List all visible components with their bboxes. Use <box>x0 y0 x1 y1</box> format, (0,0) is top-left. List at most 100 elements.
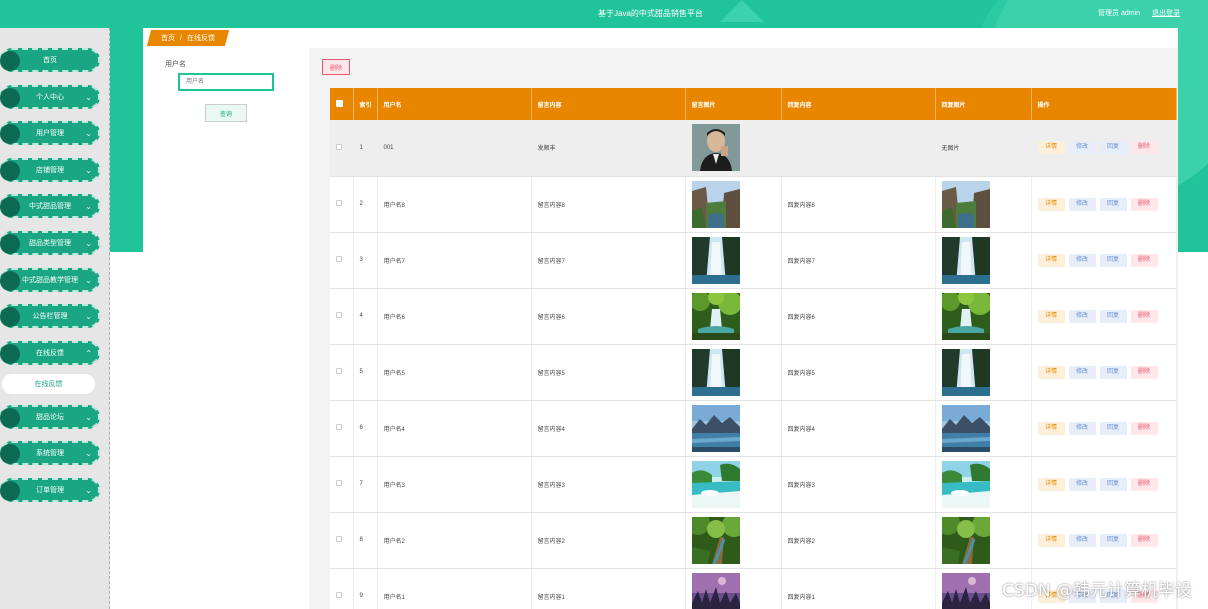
main-panel: 首页 / 在线反馈 用户名 查询 删除 索引 用户名 留言内容 留言图片 回复内… <box>143 28 1178 609</box>
delete-button[interactable]: 删除 <box>1130 253 1158 267</box>
table-row: 2 用户名8 留言内容8 回复内容8 详情 修改 回复 删除 <box>330 176 1177 233</box>
detail-button[interactable]: 详情 <box>1037 253 1065 267</box>
select-all-checkbox[interactable] <box>336 99 343 107</box>
sidebar-subitem-feedback[interactable]: 在线反馈 <box>2 374 95 394</box>
delete-button[interactable]: 删除 <box>1130 421 1158 435</box>
sidebar-item[interactable]: 订单管理 ⌄ <box>0 478 100 502</box>
row-checkbox[interactable] <box>336 143 342 150</box>
batch-delete-button[interactable]: 删除 <box>322 59 350 75</box>
content-cell: 发顺丰 <box>531 120 686 177</box>
row-checkbox[interactable] <box>336 592 342 598</box>
sidebar-item-label: 订单管理 <box>36 487 64 494</box>
bullet-icon <box>0 344 20 364</box>
delete-button[interactable]: 删除 <box>1130 477 1158 491</box>
edit-button[interactable]: 修改 <box>1068 533 1096 547</box>
image-cell <box>685 232 782 289</box>
sidebar-item-label: 中式甜品管理 <box>29 203 71 210</box>
reply-button[interactable]: 回复 <box>1099 197 1127 211</box>
message-image <box>691 180 781 228</box>
sidebar-item[interactable]: 在线反馈 ⌃ <box>0 341 100 365</box>
reply-image <box>941 292 1031 340</box>
bullet-icon <box>0 307 20 327</box>
user-info: 管理员 admin <box>1098 10 1141 17</box>
sidebar-item[interactable]: 首页 <box>0 48 100 72</box>
reply-button[interactable]: 回复 <box>1099 141 1127 155</box>
row-select-cell <box>330 176 354 233</box>
delete-button[interactable]: 删除 <box>1130 365 1158 379</box>
sidebar-item[interactable]: 公告栏管理 ⌄ <box>0 304 100 328</box>
detail-button[interactable]: 详情 <box>1037 533 1065 547</box>
reply-button[interactable]: 回复 <box>1099 365 1127 379</box>
sidebar-item[interactable]: 个人中心 ⌄ <box>0 85 100 109</box>
image-cell <box>685 176 782 233</box>
delete-button[interactable]: 删除 <box>1130 197 1158 211</box>
row-select-cell <box>330 456 354 513</box>
detail-button[interactable]: 详情 <box>1037 421 1065 435</box>
row-checkbox[interactable] <box>336 312 342 318</box>
reply-image-cell: 无图片 <box>935 120 1032 177</box>
row-checkbox[interactable] <box>336 256 342 262</box>
delete-button[interactable]: 删除 <box>1130 533 1158 547</box>
bullet-icon <box>0 161 20 181</box>
sidebar-item[interactable]: 中式甜品管理 ⌄ <box>0 194 100 218</box>
reply-image-cell <box>935 232 1032 289</box>
row-checkbox[interactable] <box>336 424 342 430</box>
message-image <box>691 572 781 609</box>
sidebar-item[interactable]: 甜品类型管理 ⌄ <box>0 231 100 255</box>
sidebar-item-label: 甜品类型管理 <box>29 240 71 247</box>
row-checkbox[interactable] <box>336 368 342 374</box>
edit-button[interactable]: 修改 <box>1068 141 1096 155</box>
sidebar-item-label: 在线反馈 <box>36 350 64 357</box>
detail-button[interactable]: 详情 <box>1037 365 1065 379</box>
reply-button[interactable]: 回复 <box>1099 533 1127 547</box>
edit-button[interactable]: 修改 <box>1068 421 1096 435</box>
delete-button[interactable]: 删除 <box>1130 141 1158 155</box>
username-search-input[interactable] <box>178 73 274 91</box>
sidebar-item-label: 首页 <box>43 57 57 64</box>
row-checkbox[interactable] <box>336 480 342 486</box>
detail-button[interactable]: 详情 <box>1037 477 1065 491</box>
detail-button[interactable]: 详情 <box>1037 309 1065 323</box>
sidebar-item[interactable]: 店铺管理 ⌄ <box>0 158 100 182</box>
username-cell: 用户名8 <box>377 176 532 233</box>
actions-cell: 详情 修改 回复 删除 <box>1031 176 1177 233</box>
message-image <box>691 404 781 452</box>
edit-button[interactable]: 修改 <box>1068 253 1096 267</box>
detail-button[interactable]: 详情 <box>1037 197 1065 211</box>
delete-button[interactable]: 删除 <box>1130 309 1158 323</box>
edit-button[interactable]: 修改 <box>1068 309 1096 323</box>
chevron-down-icon: ⌄ <box>85 449 92 458</box>
sidebar-item-label: 店铺管理 <box>36 167 64 174</box>
sidebar-item[interactable]: 系统管理 ⌄ <box>0 441 100 465</box>
reply-button[interactable]: 回复 <box>1099 309 1127 323</box>
user-area: 管理员 admin 退出登录 <box>1098 8 1180 18</box>
select-all-header[interactable] <box>330 88 354 120</box>
edit-button[interactable]: 修改 <box>1068 477 1096 491</box>
search-button[interactable]: 查询 <box>205 104 247 122</box>
reply-cell: 回复内容1 <box>781 568 936 609</box>
no-image-text: 无图片 <box>941 146 960 153</box>
column-header: 索引 <box>353 88 378 120</box>
row-checkbox[interactable] <box>336 200 342 206</box>
reply-image-cell <box>935 176 1032 233</box>
chevron-down-icon: ⌄ <box>85 239 92 248</box>
table-row: 6 用户名4 留言内容4 回复内容4 详情 修改 回复 删除 <box>330 400 1177 457</box>
row-select-cell <box>330 400 354 457</box>
edit-button[interactable]: 修改 <box>1068 197 1096 211</box>
reply-button[interactable]: 回复 <box>1099 477 1127 491</box>
message-image <box>691 516 781 564</box>
reply-image-cell <box>935 512 1032 569</box>
sidebar-item[interactable]: 中式甜品教学管理 ⌄ <box>0 268 100 292</box>
chevron-down-icon: ⌄ <box>85 486 92 495</box>
logout-link[interactable]: 退出登录 <box>1152 10 1180 17</box>
sidebar-item-label: 公告栏管理 <box>32 313 68 320</box>
sidebar-item[interactable]: 用户管理 ⌄ <box>0 121 100 145</box>
breadcrumb-home[interactable]: 首页 <box>161 33 175 43</box>
edit-button[interactable]: 修改 <box>1068 365 1096 379</box>
chevron-down-icon: ⌄ <box>85 166 92 175</box>
row-checkbox[interactable] <box>336 536 342 542</box>
reply-button[interactable]: 回复 <box>1099 421 1127 435</box>
sidebar-item[interactable]: 甜品论坛 ⌄ <box>0 405 100 429</box>
reply-button[interactable]: 回复 <box>1099 253 1127 267</box>
detail-button[interactable]: 详情 <box>1037 141 1065 155</box>
